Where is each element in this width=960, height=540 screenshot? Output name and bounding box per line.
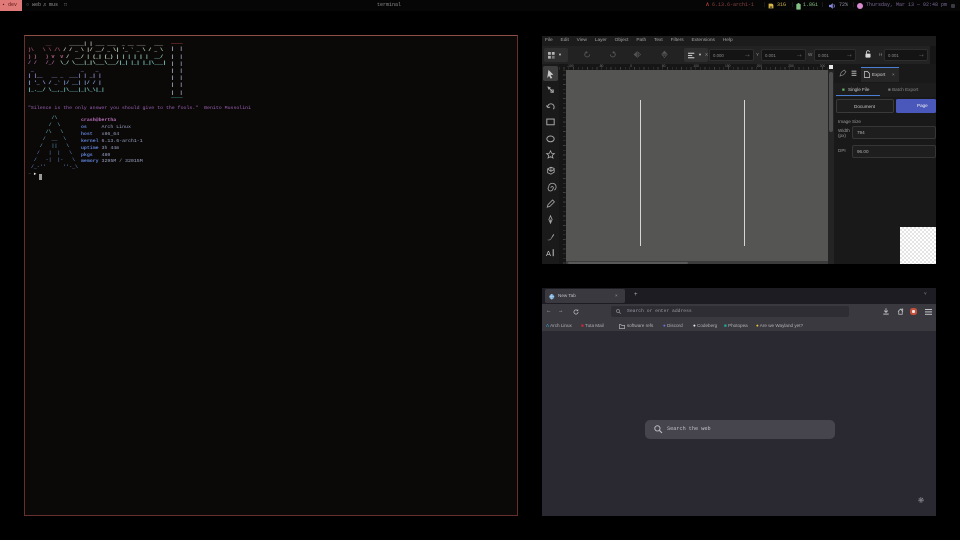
svg-text:A: A (546, 249, 551, 258)
